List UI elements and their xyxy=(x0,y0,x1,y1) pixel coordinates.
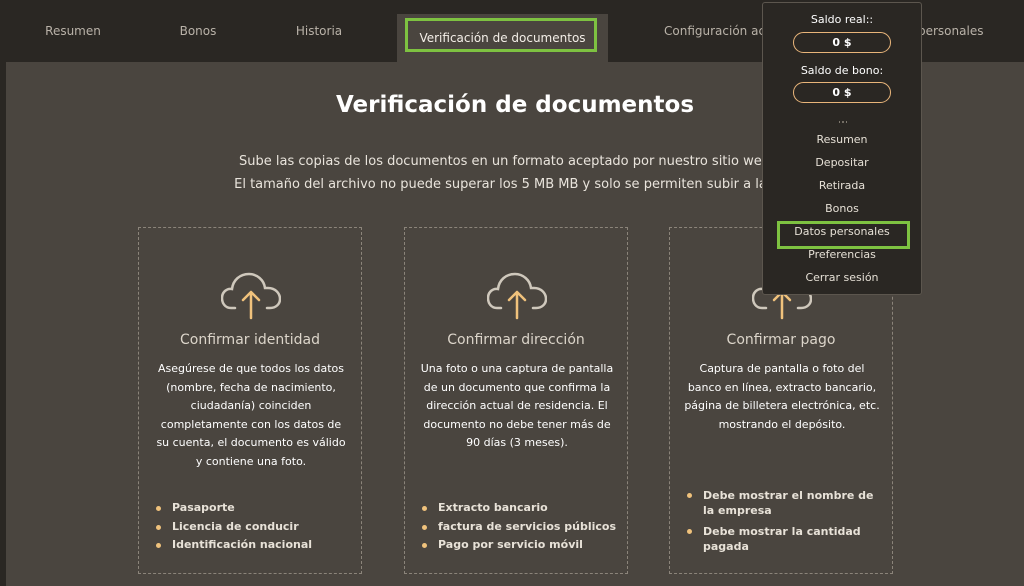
list-item-label: Identificación nacional xyxy=(172,538,313,551)
bullet-dot-icon xyxy=(156,506,161,511)
list-item: Licencia de conducir xyxy=(155,518,312,537)
real-balance-value: 0 $ xyxy=(793,32,891,53)
menu-item-cerrar-sesion[interactable]: Cerrar sesión xyxy=(763,271,921,284)
document-list: Pasaporte Licencia de conducir Identific… xyxy=(155,499,312,555)
list-item-label: Pago por servicio móvil xyxy=(438,538,583,551)
bullet-dot-icon xyxy=(422,543,427,548)
list-item-label: Licencia de conducir xyxy=(172,519,299,533)
card-description: Captura de pantalla o foto del banco en … xyxy=(684,362,880,431)
list-item: Identificación nacional xyxy=(155,536,312,555)
account-dropdown-menu: Saldo real:: 0 $ Saldo de bono: 0 $ Resu… xyxy=(762,2,922,295)
card-confirmar-direccion[interactable]: Confirmar dirección Una foto o una captu… xyxy=(404,227,628,574)
bonus-balance-label: Saldo de bono: xyxy=(800,64,884,77)
bullet-dot-icon xyxy=(687,493,692,498)
bullet-dot-icon xyxy=(422,506,427,511)
card-title: Confirmar pago xyxy=(726,332,836,348)
cloud-upload-icon xyxy=(487,272,547,320)
requirement-list: Debe mostrar el nombre de la empresa Deb… xyxy=(686,488,886,554)
menu-item-preferencias[interactable]: Preferencias xyxy=(763,248,921,261)
bullet-dot-icon xyxy=(687,529,692,534)
card-description: Una foto o una captura de pantalla de un… xyxy=(420,362,614,449)
tab-bonos[interactable]: Bonos xyxy=(160,0,236,62)
document-list: Extracto bancario factura de servicios p… xyxy=(421,499,616,555)
real-balance-label: Saldo real:: xyxy=(810,13,874,26)
list-item: Pago por servicio móvil xyxy=(421,536,616,555)
menu-item-datos-personales[interactable]: Datos personales xyxy=(763,225,921,238)
list-item: Pasaporte xyxy=(155,499,312,518)
list-item-label: Extracto bancario xyxy=(438,501,548,514)
separator-dots xyxy=(839,121,847,123)
menu-item-resumen[interactable]: Resumen xyxy=(763,133,921,146)
tab-resumen[interactable]: Resumen xyxy=(30,0,116,62)
list-item-label: factura de servicios públicos xyxy=(438,519,617,533)
bullet-dot-icon xyxy=(422,524,427,530)
card-description: Asegúrese de que todos los datos (nombre… xyxy=(156,362,346,468)
card-title: Confirmar dirección xyxy=(447,332,585,348)
card-confirmar-identidad[interactable]: Confirmar identidad Asegúrese de que tod… xyxy=(138,227,362,574)
list-item: Extracto bancario xyxy=(421,499,616,518)
list-item: factura de servicios públicos xyxy=(421,518,616,537)
menu-item-bonos[interactable]: Bonos xyxy=(763,202,921,215)
list-item: Debe mostrar la cantidad pagada xyxy=(686,524,886,554)
bonus-balance-value: 0 $ xyxy=(793,82,891,103)
menu-item-depositar[interactable]: Depositar xyxy=(763,156,921,169)
tab-datos-personales[interactable]: personales xyxy=(918,0,990,62)
bullet-dot-icon xyxy=(156,543,161,548)
bullet-dot-icon xyxy=(156,524,161,530)
list-item-label: Debe mostrar el nombre de la empresa xyxy=(703,489,874,517)
tab-historia[interactable]: Historia xyxy=(280,0,358,62)
cloud-upload-icon xyxy=(221,272,281,320)
card-title: Confirmar identidad xyxy=(180,332,320,348)
list-item-label: Debe mostrar la cantidad pagada xyxy=(703,525,861,553)
tab-configuracion[interactable]: Configuración ac xyxy=(664,0,764,62)
menu-item-retirada[interactable]: Retirada xyxy=(763,179,921,192)
list-item-label: Pasaporte xyxy=(172,501,235,514)
tab-verificacion-documentos[interactable]: Verificación de documentos xyxy=(397,14,608,62)
list-item: Debe mostrar el nombre de la empresa xyxy=(686,488,886,518)
tab-verificacion-label: Verificación de documentos xyxy=(419,31,586,45)
